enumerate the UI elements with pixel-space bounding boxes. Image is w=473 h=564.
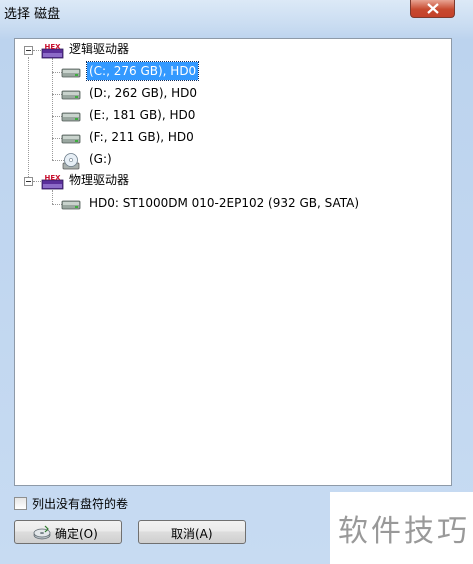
- watermark-text: 软件技巧: [338, 514, 470, 549]
- collapse-logical-toggle[interactable]: [24, 46, 33, 55]
- drive-label-e: (E:, 181 GB), HD0: [89, 108, 196, 122]
- svg-text:HEX: HEX: [44, 174, 61, 182]
- cancel-button-label: 取消(A): [171, 527, 213, 541]
- close-button[interactable]: [410, 0, 455, 18]
- cancel-button[interactable]: 取消(A): [138, 520, 246, 544]
- close-icon: [427, 3, 439, 14]
- drive-node-d[interactable]: (D:, 262 GB), HD0: [61, 84, 261, 104]
- drive-node-e[interactable]: (E:, 181 GB), HD0: [61, 106, 261, 126]
- svg-text:HEX: HEX: [44, 43, 61, 51]
- list-no-letter-checkbox[interactable]: [14, 497, 27, 510]
- watermark: 软件技巧: [330, 492, 473, 564]
- physical-drives-label: 物理驱动器: [69, 173, 130, 187]
- select-disk-dialog: 选择 磁盘 HEX 逻辑驱动器 (C:, 276 GB), HD0 (D:, 2…: [0, 0, 473, 564]
- drive-node-c[interactable]: (C:, 276 GB), HD0: [61, 61, 261, 82]
- hard-disk-icon: [61, 112, 81, 122]
- disk-tree[interactable]: HEX 逻辑驱动器 (C:, 276 GB), HD0 (D:, 262 GB)…: [14, 38, 452, 486]
- hex-drive-icon: HEX: [41, 43, 64, 59]
- title-bar[interactable]: 选择 磁盘: [0, 0, 473, 28]
- drive-node-f[interactable]: (F:, 211 GB), HD0: [61, 128, 261, 148]
- drive-label-g: (G:): [89, 152, 112, 166]
- physical-drive-node-hd0[interactable]: HD0: ST1000DM 010-2EP102 (932 GB, SATA): [61, 194, 401, 214]
- collapse-physical-toggle[interactable]: [24, 177, 33, 186]
- tree-guide-line: [33, 181, 41, 182]
- physical-drives-node[interactable]: HEX 物理驱动器: [41, 171, 191, 191]
- disk-confirm-icon: [33, 525, 51, 540]
- physical-drive-label-hd0: HD0: ST1000DM 010-2EP102 (932 GB, SATA): [89, 196, 360, 210]
- tree-guide-line: [52, 58, 53, 160]
- drive-label-d: (D:, 262 GB), HD0: [89, 86, 198, 100]
- logical-drives-label: 逻辑驱动器: [69, 42, 130, 56]
- drive-label-c: (C:, 276 GB), HD0: [85, 61, 200, 81]
- hex-drive-icon: HEX: [41, 174, 64, 190]
- hard-disk-icon: [61, 90, 81, 100]
- ok-button[interactable]: 确定(O): [14, 520, 122, 544]
- window-title: 选择 磁盘: [4, 7, 61, 22]
- tree-guide-line: [33, 50, 41, 51]
- hard-disk-icon: [61, 200, 81, 210]
- drive-node-g[interactable]: (G:): [61, 150, 261, 170]
- list-no-letter-label: 列出没有盘符的卷: [32, 497, 129, 511]
- drive-label-f: (F:, 211 GB), HD0: [89, 130, 194, 144]
- hard-disk-icon: [61, 68, 81, 78]
- tree-guide-line: [28, 57, 29, 181]
- ok-button-label: 确定(O): [55, 527, 98, 541]
- logical-drives-node[interactable]: HEX 逻辑驱动器: [41, 40, 191, 60]
- hard-disk-icon: [61, 134, 81, 144]
- cd-drive-icon: [62, 153, 80, 170]
- tree-guide-line: [52, 190, 53, 204]
